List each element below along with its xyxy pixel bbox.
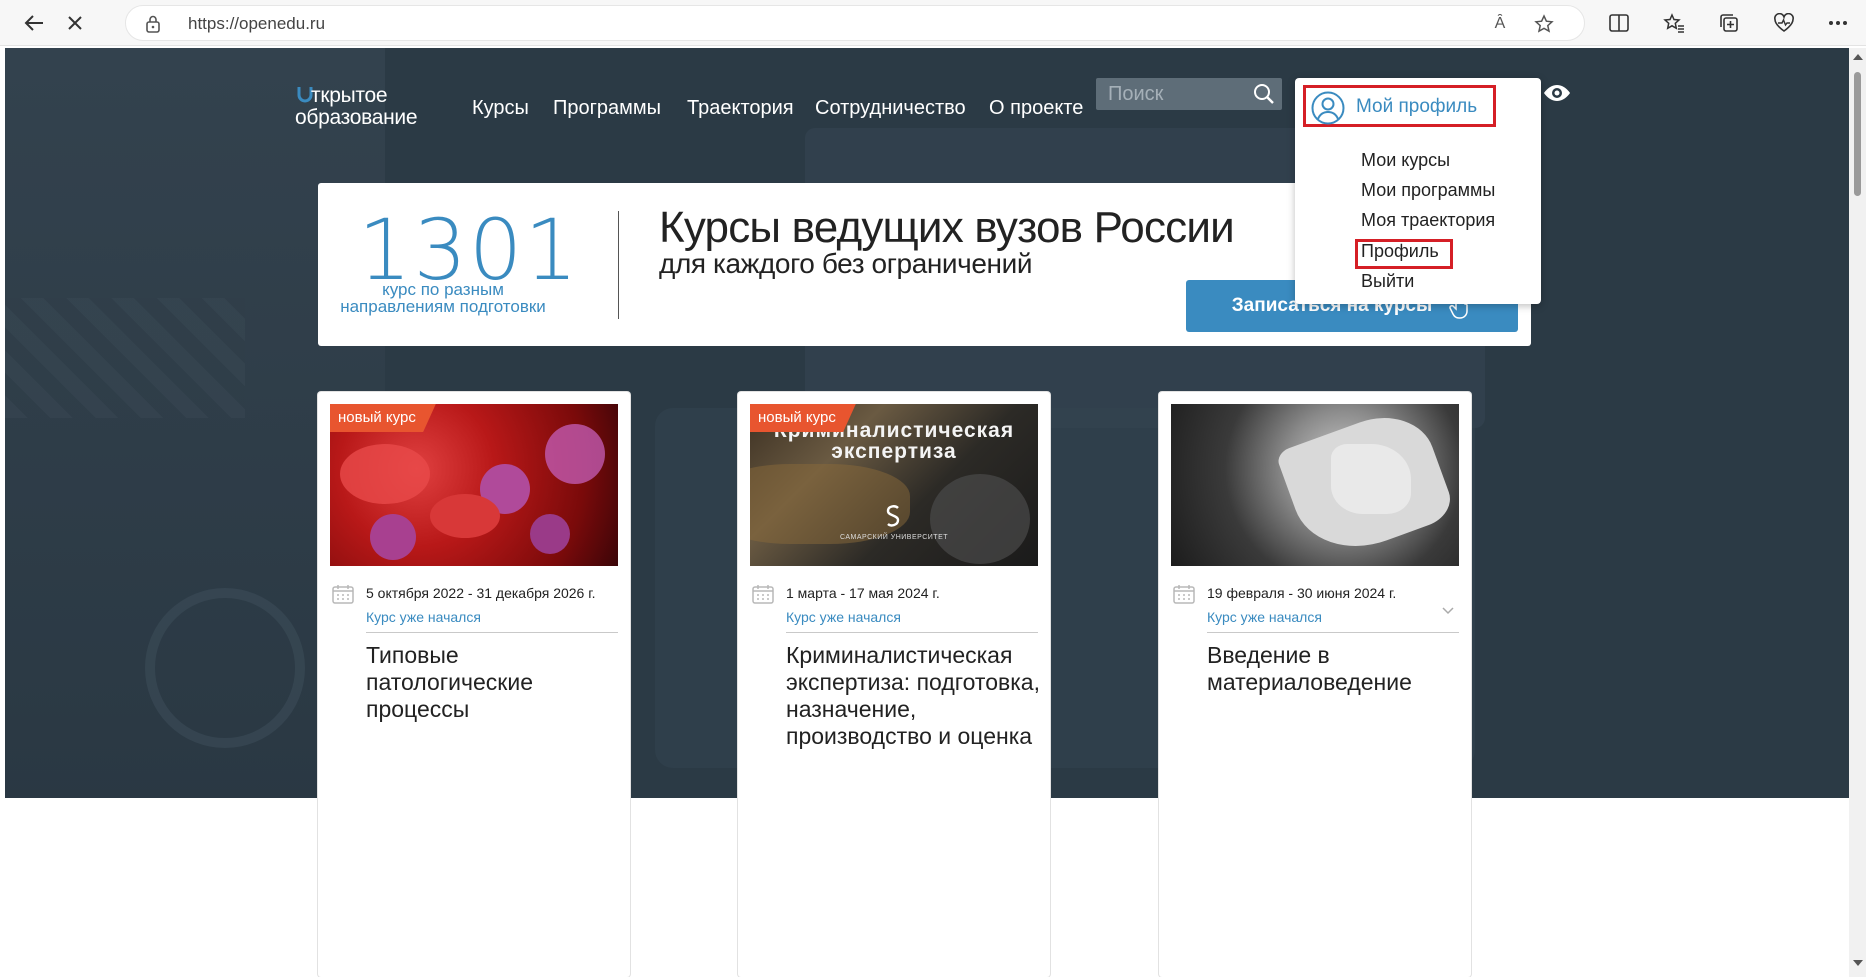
- user-avatar-icon: [1311, 91, 1345, 125]
- course-card[interactable]: Криминалистическая экспертиза САМАРСКИЙ …: [738, 392, 1050, 977]
- new-course-badge: новый курс: [750, 404, 856, 432]
- read-aloud-button[interactable]: Ȃ: [1488, 12, 1512, 36]
- image-caption-line: экспертиза: [831, 440, 957, 463]
- menu-courses[interactable]: Курсы: [472, 97, 529, 120]
- new-course-badge: новый курс: [330, 404, 436, 432]
- menu-trajectory[interactable]: Траектория: [687, 97, 794, 120]
- image-shape: [430, 494, 500, 538]
- caption-line: курс по разным: [382, 280, 504, 299]
- close-icon: [68, 16, 82, 30]
- logo-text: образование: [295, 106, 418, 129]
- profile-dropdown: Мой профиль Мои курсы Мои программы Моя …: [1295, 78, 1541, 304]
- course-title[interactable]: Введение в материаловедение: [1207, 642, 1462, 696]
- split-screen-button[interactable]: [1605, 9, 1633, 37]
- url-text[interactable]: https://openedu.ru: [188, 14, 325, 34]
- course-title[interactable]: Типовые патологические процессы: [366, 642, 621, 723]
- favorites-button[interactable]: [1660, 9, 1688, 37]
- course-status: Курс уже начался: [366, 609, 481, 625]
- read-aloud-icon: Ȃ: [1494, 15, 1506, 32]
- collections-icon: [1720, 14, 1738, 32]
- address-bar[interactable]: https://openedu.ru Ȃ: [125, 5, 1585, 41]
- image-university: САМАРСКИЙ УНИВЕРСИТЕТ: [839, 534, 949, 541]
- course-dates: 5 октября 2022 - 31 декабря 2026 г.: [366, 585, 596, 601]
- add-favorite-button[interactable]: [1532, 12, 1556, 36]
- menu-cooperation[interactable]: Сотрудничество: [815, 97, 966, 120]
- divider: [786, 632, 1038, 633]
- calendar-icon: [1173, 585, 1195, 604]
- course-dates: 19 февраля - 30 июня 2024 г.: [1207, 585, 1397, 601]
- my-profile-link[interactable]: Мой профиль: [1303, 85, 1496, 127]
- my-profile-label: Мой профиль: [1356, 96, 1478, 117]
- course-count-caption: курс по разным направлениям подготовки: [338, 281, 548, 315]
- divider: [366, 632, 618, 633]
- back-button[interactable]: [17, 6, 51, 40]
- hero-decoration: [5, 298, 245, 418]
- favorites-icon: [1663, 13, 1684, 33]
- course-title[interactable]: Криминалистическая экспертиза: подготовк…: [786, 642, 1041, 750]
- image-shape: [930, 474, 1030, 564]
- back-arrow-icon: [24, 15, 43, 31]
- image-shape: [530, 514, 570, 554]
- calendar-icon: [332, 585, 354, 604]
- menu-programs[interactable]: Программы: [553, 97, 661, 120]
- image-shape: [1331, 444, 1411, 514]
- banner-title: Курсы ведущих вузов России: [659, 203, 1235, 252]
- more-button[interactable]: [1824, 9, 1852, 37]
- menu-about[interactable]: О проекте: [989, 97, 1083, 120]
- image-shape: [340, 444, 430, 504]
- dropdown-item-profile[interactable]: Профиль: [1361, 241, 1439, 262]
- scroll-up-arrow-icon[interactable]: [1853, 54, 1863, 60]
- browser-essentials-button[interactable]: [1770, 9, 1798, 37]
- scroll-thumb[interactable]: [1854, 72, 1861, 196]
- browser-toolbar: https://openedu.ru Ȃ: [0, 0, 1866, 46]
- divider: [1207, 632, 1459, 633]
- course-card[interactable]: новый курс 5 октября 2022 - 31 декабря 2…: [318, 392, 630, 977]
- scroll-down-arrow-icon[interactable]: [1853, 960, 1863, 966]
- collections-button[interactable]: [1715, 9, 1743, 37]
- course-image[interactable]: [1171, 404, 1459, 566]
- search-icon[interactable]: [1252, 82, 1276, 106]
- university-logo-icon: [886, 505, 900, 527]
- course-status: Курс уже начался: [786, 609, 901, 625]
- favorite-star-icon: [1534, 14, 1554, 33]
- divider: [618, 211, 619, 319]
- eye-icon[interactable]: [1543, 82, 1571, 104]
- health-icon: [1774, 13, 1794, 32]
- banner-subtitle: для каждого без ограничений: [659, 248, 1033, 279]
- image-shape: [370, 514, 416, 560]
- lock-icon: [146, 15, 160, 33]
- dropdown-item-my-courses[interactable]: Мои курсы: [1361, 150, 1450, 171]
- chevron-down-icon[interactable]: [1441, 606, 1455, 616]
- course-status: Курс уже начался: [1207, 609, 1322, 625]
- stop-loading-button[interactable]: [58, 6, 92, 40]
- hero-decoration: [145, 588, 305, 748]
- dropdown-item-logout[interactable]: Выйти: [1361, 271, 1414, 292]
- page-scrollbar[interactable]: [1849, 48, 1866, 977]
- dropdown-item-my-trajectory[interactable]: Моя траектория: [1361, 210, 1495, 231]
- course-dates: 1 марта - 17 мая 2024 г.: [786, 585, 940, 601]
- site-logo[interactable]: ткрытое образование: [295, 84, 445, 134]
- page-viewport: ткрытое образование Курсы Программы Трае…: [5, 48, 1849, 977]
- logo-text: ткрытое: [311, 84, 388, 107]
- split-screen-icon: [1609, 14, 1629, 32]
- image-shape: [545, 424, 605, 484]
- search-input[interactable]: [1096, 78, 1246, 110]
- course-card[interactable]: 19 февраля - 30 июня 2024 г. Курс уже на…: [1159, 392, 1471, 977]
- calendar-icon: [752, 585, 774, 604]
- dropdown-item-my-programs[interactable]: Мои программы: [1361, 180, 1495, 201]
- caption-line: направлениям подготовки: [340, 297, 546, 316]
- more-icon: [1829, 21, 1847, 25]
- search-box: [1096, 78, 1282, 110]
